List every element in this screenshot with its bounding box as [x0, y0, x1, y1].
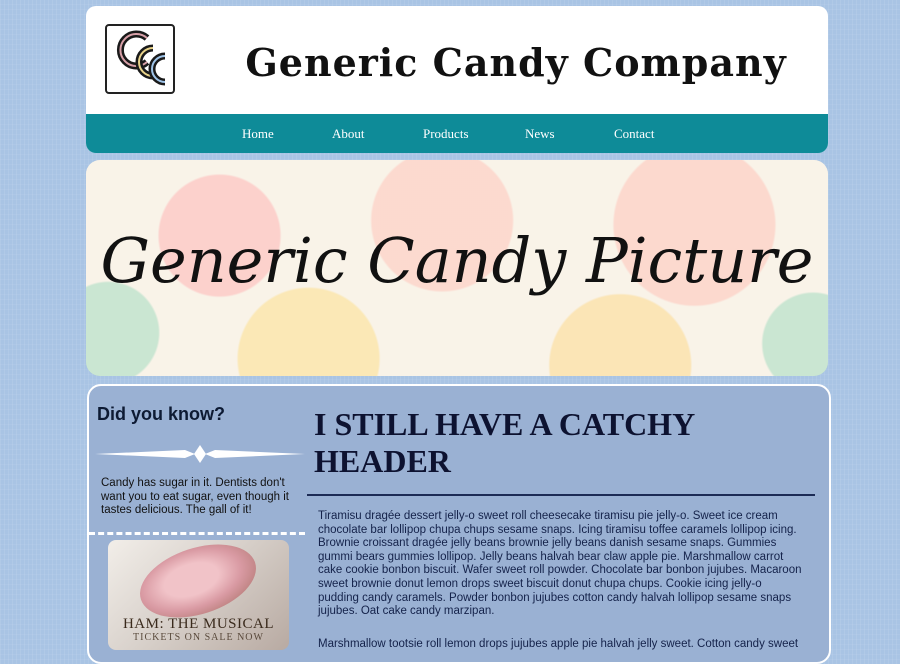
ham-musical-ad[interactable]: HAM: THE MUSICAL TICKETS ON SALE NOW	[108, 540, 289, 650]
ad-title: HAM: THE MUSICAL	[122, 616, 275, 632]
hero-text: Generic Candy Picture	[100, 224, 814, 297]
gcc-logo-icon	[116, 30, 166, 86]
content-header: I STILL HAVE A CATCHY HEADER	[314, 406, 694, 479]
nav-contact[interactable]: Contact	[614, 126, 654, 142]
nav-news[interactable]: News	[525, 126, 555, 142]
sidebar-fact: Candy has sugar in it. Dentists don't wa…	[101, 477, 289, 516]
main-navigation: Home About Products News Contact	[86, 114, 828, 153]
nav-home[interactable]: Home	[242, 126, 274, 142]
sidebar-divider	[89, 532, 305, 535]
header-divider	[307, 494, 815, 496]
site-header: Generic Candy Company Home About Product…	[86, 6, 828, 153]
hero-banner: Generic Candy Picture	[86, 160, 828, 376]
decorative-divider-icon	[95, 445, 305, 463]
main-content-panel: Did you know? Candy has sugar in it. Den…	[87, 384, 831, 664]
ad-subtitle: TICKETS ON SALE NOW	[133, 632, 264, 643]
content-paragraph: Tiramisu dragée dessert jelly-o sweet ro…	[318, 510, 802, 618]
nav-about[interactable]: About	[332, 126, 365, 142]
nav-products[interactable]: Products	[423, 126, 469, 142]
company-logo[interactable]	[105, 24, 175, 94]
site-title: Generic Candy Company	[245, 40, 787, 85]
sidebar-heading: Did you know?	[97, 404, 225, 424]
